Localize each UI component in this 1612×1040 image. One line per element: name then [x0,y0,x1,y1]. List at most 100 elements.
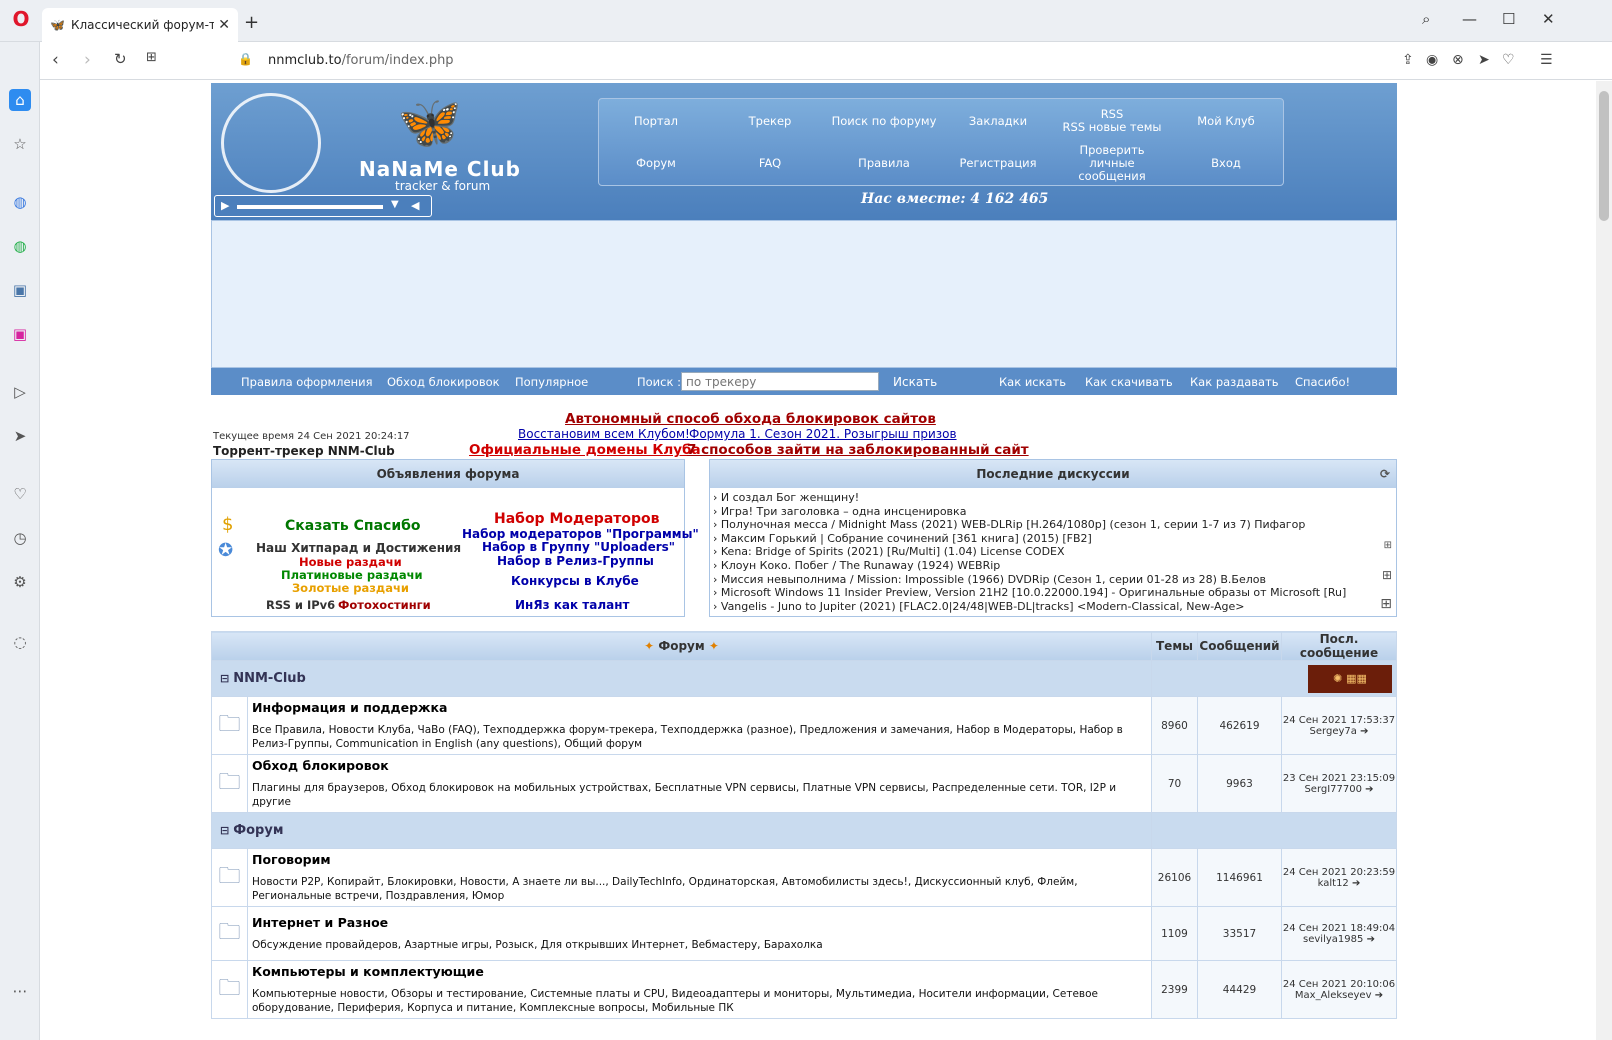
contests-link[interactable]: Конкурсы в Клубе [511,574,639,588]
forum-name[interactable]: Поговорим [252,852,1147,867]
category-name[interactable]: NNM-Club [233,671,306,686]
settings-gear-icon[interactable]: ⚙ [9,571,31,593]
bookmarks-heart-icon[interactable]: ♡ [9,483,31,505]
goto-post-icon[interactable]: ➔ [1367,934,1375,945]
category-cell[interactable]: ⊟ Форум [211,812,1152,849]
mod-programs-link[interactable]: Набор модераторов "Программы" [462,527,699,541]
discussion-item[interactable]: › Vangelis - Juno to Jupiter (2021) [FLA… [710,600,1396,614]
release-group-link[interactable]: Набор в Релиз-Группы [497,554,654,568]
messenger-icon[interactable]: ◍ [9,191,31,213]
opera-logo-icon[interactable]: O [10,8,32,30]
flow-icon[interactable]: ➤ [9,425,31,447]
new-releases-link[interactable]: Новые раздачи [299,555,402,569]
menu-rules[interactable]: Правила [827,143,941,183]
menu-faq[interactable]: FAQ [713,143,827,183]
url-field[interactable]: nnmclub.to/forum/index.php [268,53,454,68]
subforums[interactable]: Все Правила, Новости Клуба, ЧаВо (FAQ), … [252,723,1147,751]
subnav-rules[interactable]: Правила оформления [241,375,373,389]
discussion-item[interactable]: › Microsoft Windows 11 Insider Preview, … [710,586,1396,600]
announce-line1[interactable]: Автономный способ обхода блокировок сайт… [565,411,936,427]
forum-name[interactable]: Интернет и Разное [252,915,1147,930]
browser-tab[interactable]: 🦋 Классический форум-тре ✕ [42,8,238,42]
say-thanks-link[interactable]: Сказать Спасибо [285,518,421,534]
search-button[interactable]: Искать [885,372,946,391]
close-window-icon[interactable]: ✕ [1542,10,1555,28]
easy-setup-icon[interactable]: ☰ [1540,52,1553,68]
last-post-user[interactable]: sevilya1985 [1303,934,1363,945]
tabs-grid-icon[interactable]: ⊞ [146,50,157,65]
uploaders-link[interactable]: Набор в Группу "Uploaders" [482,540,675,554]
subforums[interactable]: Обсуждение провайдеров, Азартные игры, Р… [252,938,1147,952]
speed-dial-icon[interactable]: ☆ [9,133,31,155]
more-icon[interactable]: ⋯ [9,980,31,1002]
menu-login[interactable]: Вход [1169,143,1283,183]
volume-icon[interactable]: ◀ [411,199,419,212]
whatsapp-icon[interactable]: ◍ [9,235,31,257]
heart-icon[interactable]: ♡ [1502,52,1515,68]
send-icon[interactable]: ➤ [1478,52,1490,68]
reload-icon[interactable]: ↻ [114,50,127,68]
mod-recruit-link[interactable]: Набор Модераторов [494,511,660,527]
subforums[interactable]: Новости P2P, Копирайт, Блокировки, Новос… [252,875,1147,903]
play-icon[interactable]: ▶ [221,199,229,212]
category-cell[interactable]: ⊟ NNM-Club [211,660,1152,697]
photohost-link[interactable]: Фотохостинги [338,598,431,612]
menu-my-club[interactable]: Мой Клуб [1169,101,1283,141]
subforums[interactable]: Компьютерные новости, Обзоры и тестирова… [252,987,1147,1015]
announce-line2b[interactable]: Формула 1. Сезон 2021. Розыгрыш призов [689,427,957,441]
discussion-item[interactable]: › Клоун Коко. Побег / The Runaway (1924)… [710,559,1396,573]
discussion-item[interactable]: › Kena: Bridge of Spirits (2021) [Ru/Mul… [710,545,1396,559]
forward-icon[interactable]: › [84,50,91,70]
minimize-icon[interactable]: — [1462,10,1477,28]
new-tab-icon[interactable]: + [244,12,259,33]
discussion-item[interactable]: › Полуночная месса / Midnight Mass (2021… [710,518,1396,532]
scrollbar-thumb[interactable] [1599,91,1609,221]
last-post-user[interactable]: Max_Alekseyev [1295,990,1372,1001]
history-icon[interactable]: ◷ [9,527,31,549]
goto-post-icon[interactable]: ➔ [1360,726,1368,737]
rss-ipv6-link[interactable]: RSS и IPv6 [266,598,335,612]
menu-forum-search[interactable]: Поиск по форуму [827,101,941,141]
tips-bulb-icon[interactable]: ◌ [9,631,31,653]
menu-register[interactable]: Регистрация [941,143,1055,183]
subnav-popular[interactable]: Популярное [515,375,588,389]
forum-name[interactable]: Обход блокировок [252,758,1147,773]
expand-icon[interactable]: ⊞ [1382,568,1392,582]
player-progress[interactable] [237,205,383,209]
subforums[interactable]: Плагины для браузеров, Обход блокировок … [252,781,1147,809]
last-post-user[interactable]: SergI77700 [1304,784,1362,795]
refresh-icon[interactable]: ⟳ [1380,460,1390,488]
expand-icon[interactable]: ⊞ [1380,596,1392,612]
platinum-link[interactable]: Платиновые раздачи [281,568,423,582]
announce-line3a[interactable]: Официальные домены Клуба [469,442,701,458]
discussion-item[interactable]: › Игра! Три заголовка – одна инсценировк… [710,505,1396,519]
lock-icon[interactable]: 🔒 [238,52,253,66]
player-icon[interactable]: ▷ [9,381,31,403]
last-post-user[interactable]: Sergey7a [1310,726,1357,737]
category-name[interactable]: Форум [233,823,283,838]
maximize-icon[interactable]: ☐ [1502,10,1515,28]
subnav-how-seed[interactable]: Как раздавать [1190,375,1279,389]
collapse-icon[interactable]: ⊟ [220,672,229,685]
forum-name[interactable]: Информация и поддержка [252,700,1147,715]
share-icon[interactable]: ⇪ [1402,52,1414,68]
dropdown-icon[interactable]: ▼ [391,199,399,210]
subnav-thanks[interactable]: Спасибо! [1295,375,1350,389]
menu-tracker[interactable]: Трекер [713,101,827,141]
home-icon[interactable]: ⌂ [9,89,31,111]
forum-column-header[interactable]: ✦ Форум ✦ [211,631,1152,661]
goto-post-icon[interactable]: ➔ [1365,784,1373,795]
discussion-item[interactable]: › Миссия невыполнима / Mission: Impossib… [710,573,1396,587]
search-tabs-icon[interactable]: ⌕ [1422,10,1430,28]
discussion-item[interactable]: › Максим Горький | Собрание сочинений [3… [710,532,1396,546]
expand-icon[interactable]: ⊞ [1384,540,1392,551]
subnav-how-download[interactable]: Как скачивать [1085,375,1173,389]
logo-title[interactable]: NaNaMe Club [359,157,521,181]
announce-line2a[interactable]: Восстановим всем Клубом! [518,427,690,441]
last-post-user[interactable]: kalt12 [1318,878,1349,889]
vk-icon[interactable]: ▣ [9,279,31,301]
hitparade-link[interactable]: Наш Хитпарад и Достижения [256,541,461,555]
audio-player[interactable]: ▶ ▼ ◀ [214,195,432,217]
instagram-icon[interactable]: ▣ [9,323,31,345]
discussion-item[interactable]: › И создал Бог женщину! [710,491,1396,505]
